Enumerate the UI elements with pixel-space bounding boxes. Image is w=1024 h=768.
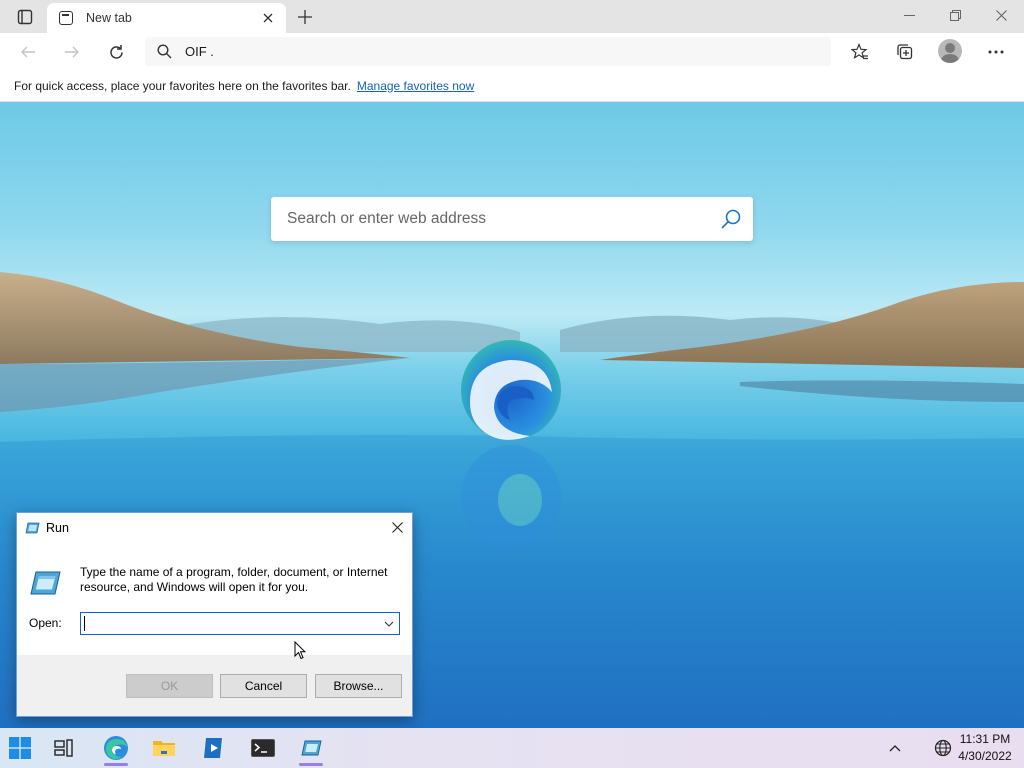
minimize-button[interactable] [886,0,932,30]
close-icon [391,522,403,533]
favorites-star-icon [851,43,868,60]
cancel-button[interactable]: Cancel [220,674,307,698]
window-close-button[interactable] [978,0,1024,30]
tab-title: New tab [86,11,132,25]
taskbar-media-player[interactable] [194,730,234,766]
forward-button[interactable] [57,37,87,67]
ok-button[interactable]: OK [126,674,213,698]
web-search-box[interactable] [271,197,753,241]
refresh-button[interactable] [101,37,131,67]
open-label: Open: [29,616,62,630]
edge-logo [461,340,561,440]
web-search-input[interactable] [271,210,709,228]
close-icon [995,9,1007,21]
taskbar-edge[interactable] [96,730,136,766]
taskbar-run[interactable] [291,730,331,766]
run-dialog: Run Type the name of a program, folder, … [16,512,413,717]
clock-time: 11:31 PM [959,732,1011,746]
run-icon [301,740,322,756]
open-dropdown-button[interactable] [379,613,399,634]
search-icon [721,209,741,229]
restore-icon [949,9,961,21]
settings-more-button[interactable] [981,37,1011,67]
address-input[interactable] [185,44,785,59]
more-dots-icon [988,50,1004,54]
tab-bar: New tab [0,0,1024,33]
run-dialog-title: Run [46,520,69,535]
address-bar[interactable] [145,37,831,66]
run-dialog-description: Type the name of a program, folder, docu… [80,565,388,594]
run-dialog-body: Type the name of a program, folder, docu… [17,542,412,655]
task-view-icon [54,739,73,757]
chevron-up-icon [889,745,901,752]
run-dialog-titlebar[interactable]: Run [17,513,412,542]
browser-toolbar [0,33,1024,70]
refresh-icon [109,44,123,59]
start-button[interactable] [0,730,40,766]
minimize-icon [903,14,915,16]
tab-actions-icon [17,9,33,25]
new-tab-button[interactable] [292,4,318,30]
show-hidden-icons-button[interactable] [882,734,908,762]
taskbar: 11:31 PM 4/30/2022 [0,728,1024,768]
open-input[interactable] [81,613,379,634]
new-tab-favicon-icon [59,11,73,25]
search-icon [149,37,179,66]
chevron-down-icon [384,621,394,627]
task-view-button[interactable] [44,730,84,766]
run-dialog-close-button[interactable] [382,513,412,542]
profile-avatar[interactable] [938,39,962,63]
mouse-cursor-icon [294,641,306,660]
collections-button[interactable] [890,37,920,67]
back-arrow-icon [21,46,35,58]
tab-close-button[interactable] [256,6,280,30]
back-button[interactable] [13,37,43,67]
manage-favorites-link[interactable]: Manage favorites now [357,79,474,93]
tab-actions-button[interactable] [8,5,42,29]
collections-icon [897,44,913,60]
plus-icon [298,10,312,24]
forward-arrow-icon [65,46,79,58]
web-search-button[interactable] [709,197,753,241]
taskbar-file-explorer[interactable] [144,730,184,766]
globe-icon [934,739,952,757]
start-icon [9,737,31,759]
clock[interactable]: 11:31 PM 4/30/2022 [952,731,1018,765]
run-program-icon [30,571,61,595]
file-explorer-icon [153,741,175,756]
favorites-bar-message: For quick access, place your favorites h… [14,78,351,93]
tab-new-tab[interactable]: New tab [47,3,286,33]
browse-button[interactable]: Browse... [315,674,402,698]
taskbar-terminal[interactable] [243,730,283,766]
restore-button[interactable] [932,0,978,30]
favorites-bar: For quick access, place your favorites h… [0,70,1024,102]
clock-date: 4/30/2022 [958,749,1012,763]
text-caret [84,616,85,631]
edge-icon [104,736,128,760]
open-combobox[interactable] [80,612,400,635]
close-icon [263,13,273,23]
favorites-button[interactable] [845,37,875,67]
terminal-icon [251,739,275,757]
media-player-icon [204,738,222,758]
run-app-icon [25,522,40,533]
